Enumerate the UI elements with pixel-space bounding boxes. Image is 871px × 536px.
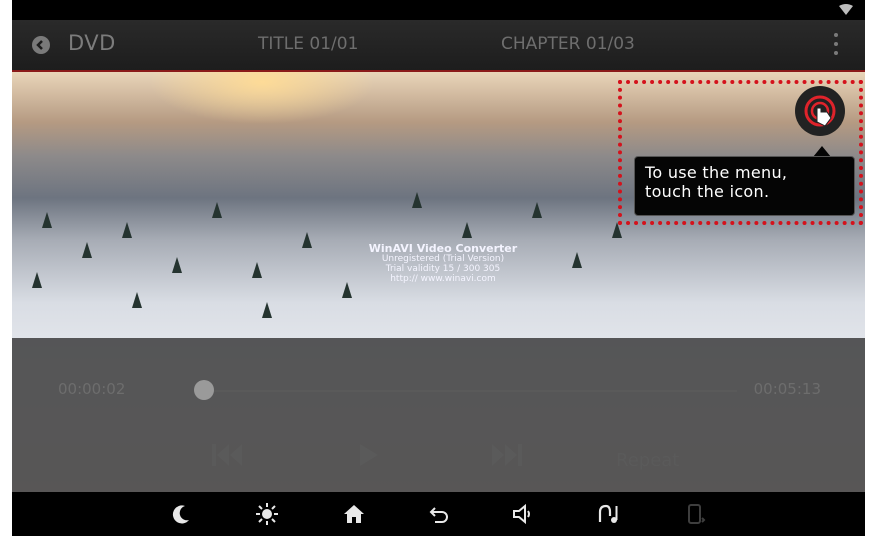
video-tree bbox=[82, 242, 92, 258]
play-icon[interactable] bbox=[358, 442, 380, 468]
video-tree bbox=[132, 292, 142, 308]
app-title: DVD bbox=[68, 31, 116, 55]
video-tree bbox=[342, 282, 352, 298]
music-note-icon[interactable] bbox=[596, 502, 620, 526]
watermark-line: WinAVI Video Converter bbox=[368, 242, 518, 255]
phone-connect-icon[interactable] bbox=[684, 502, 708, 526]
infotainment-screen: DVD TITLE 01/01 CHAPTER 01/03 WinAVI Vid… bbox=[12, 0, 865, 536]
tooltip-line: touch the icon. bbox=[645, 182, 770, 201]
touch-hand-icon[interactable] bbox=[795, 86, 845, 136]
title-counter: TITLE 01/01 bbox=[258, 34, 359, 54]
video-tree bbox=[172, 257, 182, 273]
video-watermark: WinAVI Video Converter Unregistered (Tri… bbox=[358, 242, 528, 284]
video-tree bbox=[212, 202, 222, 218]
video-tree bbox=[302, 232, 312, 248]
video-tree bbox=[252, 262, 262, 278]
video-tree bbox=[532, 202, 542, 218]
wifi-icon bbox=[839, 4, 853, 15]
playback-controls: 00:00:02 00:05:13 Repeat bbox=[12, 338, 865, 492]
seek-bar[interactable] bbox=[197, 390, 737, 392]
skip-previous-icon[interactable] bbox=[210, 442, 244, 468]
video-tree bbox=[572, 252, 582, 268]
watermark-line: http:// www.winavi.com bbox=[390, 274, 496, 284]
more-vertical-icon[interactable] bbox=[833, 33, 839, 59]
title-bar: DVD TITLE 01/01 CHAPTER 01/03 bbox=[12, 20, 865, 72]
video-tree bbox=[32, 272, 42, 288]
repeat-button[interactable]: Repeat bbox=[616, 450, 679, 471]
video-tree bbox=[122, 222, 132, 238]
skip-next-icon[interactable] bbox=[490, 442, 524, 468]
sun-icon[interactable] bbox=[255, 502, 279, 526]
back-circle-icon[interactable] bbox=[32, 36, 50, 54]
video-tree bbox=[42, 212, 52, 228]
tooltip-line: To use the menu, bbox=[645, 163, 788, 182]
watermark-line: Trial validity 15 / 300 305 bbox=[385, 264, 501, 274]
seek-handle[interactable] bbox=[194, 380, 214, 400]
total-time: 00:05:13 bbox=[753, 380, 821, 398]
home-icon[interactable] bbox=[342, 502, 366, 526]
status-bar bbox=[12, 0, 865, 20]
menu-hint-tooltip: To use the menu, touch the icon. bbox=[634, 156, 855, 216]
watermark-line: Unregistered (Trial Version) bbox=[381, 254, 505, 264]
moon-icon[interactable] bbox=[170, 502, 194, 526]
chapter-counter: CHAPTER 01/03 bbox=[501, 34, 635, 54]
system-bar bbox=[12, 492, 865, 536]
video-tree bbox=[262, 302, 272, 318]
video-tree bbox=[462, 222, 472, 238]
speaker-icon[interactable] bbox=[511, 502, 535, 526]
current-time: 00:00:02 bbox=[58, 380, 126, 398]
return-arrow-icon[interactable] bbox=[427, 502, 451, 526]
video-tree bbox=[412, 192, 422, 208]
